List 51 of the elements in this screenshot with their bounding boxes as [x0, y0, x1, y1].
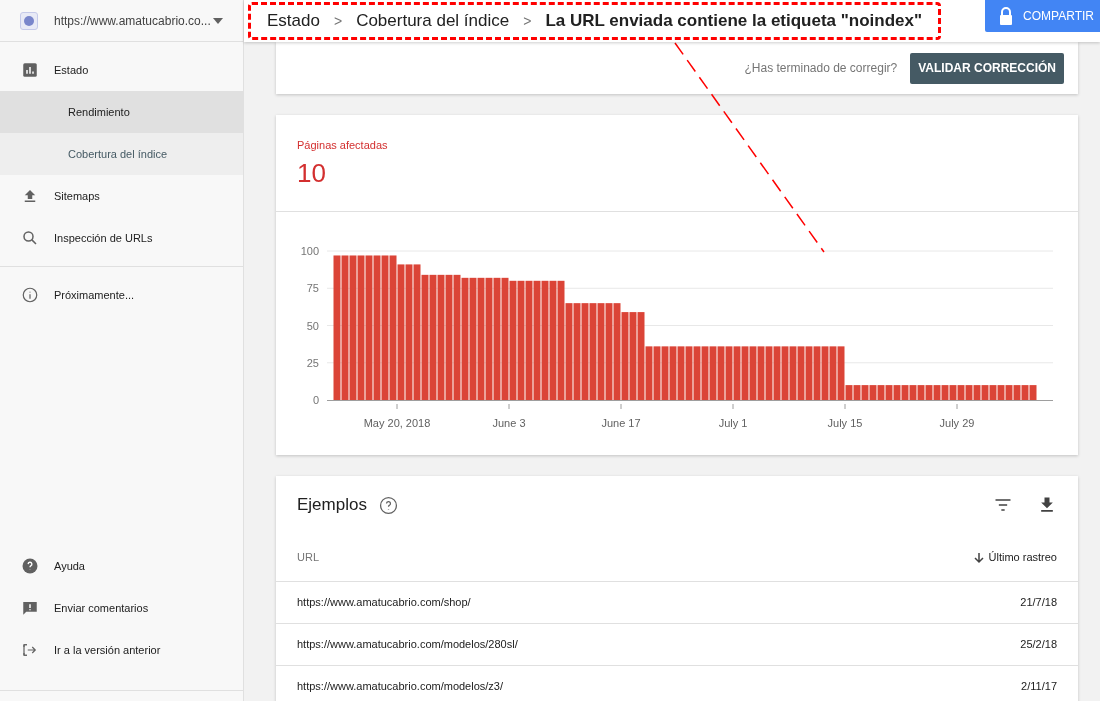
axis-label: 75	[306, 282, 319, 295]
axis-label: 25	[306, 356, 319, 369]
help-icon	[21, 557, 39, 575]
axis-label: May 20, 2018	[363, 417, 431, 429]
metric-label: Páginas afectadas	[297, 138, 389, 153]
axis-label: 50	[306, 319, 319, 332]
sidebar-item[interactable]: Próximamente...	[0, 274, 243, 316]
globe-icon	[20, 11, 38, 30]
validate-button[interactable]: VALIDAR CORRECCIÓN	[910, 52, 1064, 84]
axis-label: June 3	[492, 417, 526, 429]
sidebar-item[interactable]: Sitemaps	[0, 175, 243, 217]
breadcrumb-link[interactable]: Estado	[267, 8, 320, 34]
help-icon[interactable]	[378, 495, 398, 515]
sidebar-item[interactable]: Inspección de URLs	[0, 217, 243, 259]
breadcrumb-link[interactable]: La URL enviada contiene la etiqueta "noindex"	[545, 8, 923, 34]
info-icon	[21, 286, 39, 304]
sidebar-item[interactable]: Cobertura del índice	[0, 133, 243, 175]
axis-label: 100	[300, 245, 319, 257]
sidebar-item[interactable]: Ayuda	[0, 545, 243, 587]
sidebar-item[interactable]: Estado	[0, 49, 243, 91]
breadcrumb-link[interactable]: Cobertura del índice	[356, 8, 510, 34]
date-cell-text: 25/2/18	[1020, 637, 1057, 653]
sidebar-item[interactable]: Ir a la versión anterior	[0, 629, 243, 671]
breadcrumb-separator: >	[523, 11, 532, 31]
sidebar-item[interactable]: Enviar comentarios	[0, 587, 243, 629]
axis-label: July 29	[939, 417, 975, 429]
share-button[interactable]: COMPARTIR	[985, 0, 1100, 32]
lock-icon	[999, 7, 1014, 25]
bar-chart-icon	[21, 61, 39, 79]
url-cell[interactable]: https://www.amatucabrio.com/modelos/z3/	[297, 678, 504, 695]
column-header[interactable]: Último rastreo	[972, 549, 1057, 566]
exit-icon	[21, 641, 39, 659]
url-cell[interactable]: https://www.amatucabrio.com/modelos/280sl/	[297, 636, 518, 653]
axis-label: July 1	[718, 417, 748, 429]
date-cell-text: 2/11/17	[1021, 679, 1057, 695]
validation-question: ¿Has terminado de corregir?	[744, 60, 898, 77]
property-selector[interactable]: https://www.amatucabrio.co...	[54, 11, 223, 30]
url-cell[interactable]: https://www.amatucabrio.com/shop/	[297, 594, 471, 611]
sidebar-item[interactable]: Rendimiento	[0, 91, 243, 133]
dropdown-caret-icon	[213, 17, 223, 24]
search-icon	[21, 229, 39, 247]
metric-value: 10	[297, 159, 327, 186]
axis-label: 0	[312, 394, 319, 406]
sort-arrow-icon	[972, 551, 985, 564]
date-cell-text: 21/7/18	[1020, 595, 1057, 611]
axis-label: July 15	[827, 417, 863, 429]
axis-label: June 17	[601, 417, 641, 429]
card-title: Ejemplos	[297, 494, 367, 517]
feedback-icon	[21, 599, 39, 617]
column-header[interactable]: URL	[297, 549, 319, 566]
breadcrumb-separator: >	[333, 11, 343, 31]
